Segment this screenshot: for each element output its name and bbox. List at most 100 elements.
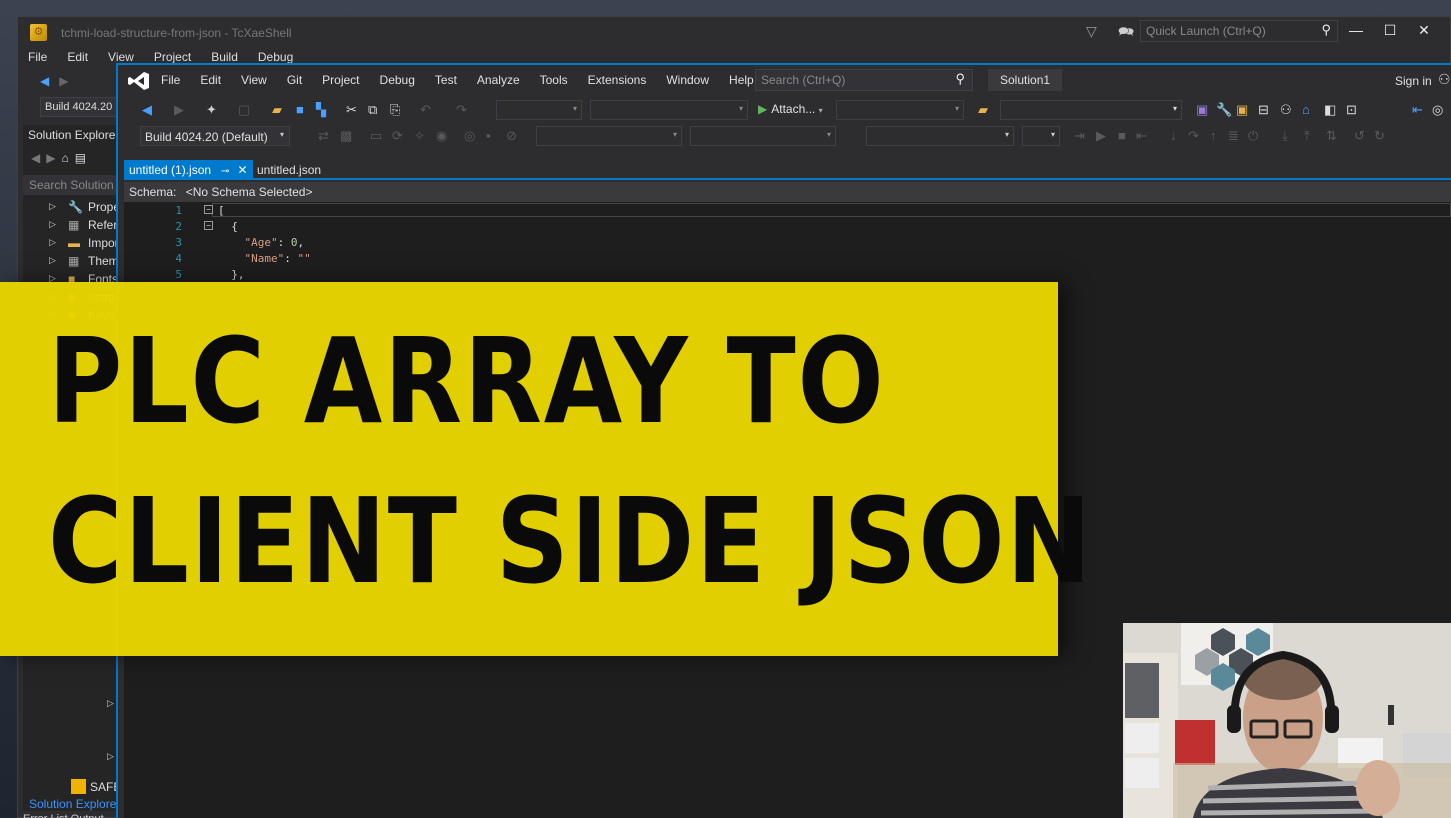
indent-icon[interactable]: ⇤ [1412,102,1423,118]
collapse-icon[interactable]: − [204,205,213,214]
reset-icon[interactable]: ⏻ [1248,128,1258,144]
upload-icon[interactable]: ⤒ [1304,128,1310,144]
list-icon[interactable]: ≣ [1228,128,1239,144]
scan-icon[interactable]: ◎ [464,128,475,144]
cut-icon[interactable]: ✂ [346,102,357,118]
navigate-back-icon[interactable]: ◀ [142,102,152,118]
undo-plc-icon[interactable]: ↺ [1354,128,1365,144]
menu-test[interactable]: Test [435,73,457,87]
browser-icon[interactable]: ⌂ [1302,102,1310,117]
undo-icon[interactable]: ↶ [420,102,431,118]
menu-git[interactable]: Git [287,73,302,87]
open-folder-icon[interactable]: ▰ [272,102,282,118]
redo-plc-icon[interactable]: ↻ [1374,128,1385,144]
forward-icon[interactable]: ▶ [46,151,55,165]
login-icon[interactable]: ▭ [370,128,382,144]
home-icon[interactable]: ⌂ [61,151,68,165]
menu-window[interactable]: Window [666,73,709,87]
wand-icon[interactable]: ✧ [414,128,425,144]
debug-target-combo[interactable]: ▾ [836,100,964,120]
schema-selector[interactable]: <No Schema Selected> [186,185,313,199]
expand-icon[interactable]: ▷ [49,237,56,248]
expand-icon[interactable]: ▷ [49,219,56,230]
bottom-tool-tabs[interactable]: Error List Output [23,813,104,818]
menu-debug[interactable]: Debug [380,73,415,87]
expand-icon[interactable]: ▷ [107,698,114,709]
back-build-config[interactable]: Build 4024.20 [40,97,118,117]
menu-project[interactable]: Project [322,73,359,87]
expand-icon[interactable]: ▷ [107,751,114,762]
solution-search-input[interactable]: Search Solution Explorer [23,175,123,195]
start-icon[interactable]: ▶ [1096,128,1106,144]
filter-icon[interactable]: ▽ [1086,23,1097,40]
sign-in-link[interactable]: Sign in [1395,74,1432,88]
navigate-forward-icon[interactable]: ▶ [174,102,184,118]
tree-item[interactable]: ▷🔧Properties [23,199,123,217]
pin-icon[interactable]: ⊸ [221,166,229,177]
expand-icon[interactable]: ▷ [49,201,56,212]
toolbox-icon[interactable]: ⊟ [1258,102,1269,118]
back-nav-icon[interactable]: ◀ [40,74,49,88]
account-icon[interactable]: ⚇ [1438,71,1451,88]
target-combo[interactable]: ▾ [1000,100,1182,120]
target-icon[interactable]: ◉ [436,128,447,144]
properties-icon[interactable]: ◧ [1324,102,1336,118]
plc-combo-2[interactable]: ▾ [690,126,836,146]
team-explorer-icon[interactable]: ⚇ [1280,102,1292,118]
new-project-icon[interactable]: ✦ [206,102,217,118]
menu-edit[interactable]: Edit [200,73,221,87]
menu-help[interactable]: Help [729,73,754,87]
step-into-icon[interactable]: ↓ [1170,128,1177,143]
save-all-icon[interactable]: ▚ [316,102,326,118]
tab-untitled-1-json[interactable]: untitled (1).json ⊸ ✕ [124,160,253,180]
close-tab-icon[interactable]: ✕ [237,163,247,177]
menu-debug[interactable]: Debug [258,50,293,64]
menu-file[interactable]: File [161,73,180,87]
logout-icon[interactable]: ⇤ [1136,128,1147,144]
platform-combo[interactable]: ▾ [590,100,748,120]
step-out-icon[interactable]: ↑ [1210,128,1217,143]
network-icon[interactable]: ▪ [486,128,491,143]
paste-icon[interactable]: ⎘ [390,102,400,118]
expand-icon[interactable]: ▷ [49,255,56,266]
sync-icon[interactable]: ▤ [75,151,86,165]
solution-explorer-tab[interactable]: Solution Explorer [29,797,120,811]
class-view-icon[interactable]: ▣ [1236,102,1248,118]
tree-item[interactable]: ▷▦Themes [23,253,123,271]
menu-tools[interactable]: Tools [540,73,568,87]
wrench-icon[interactable]: 🔧 [1216,102,1232,118]
build-icon[interactable]: ▩ [340,128,352,144]
close-button[interactable]: ✕ [1414,22,1434,39]
refresh-icon[interactable]: ⟳ [392,128,403,144]
add-item-icon[interactable]: ▢ [238,102,250,118]
forward-nav-icon[interactable]: ▶ [59,74,68,88]
minimize-button[interactable]: — [1346,22,1366,38]
step-over-icon[interactable]: ↷ [1188,128,1199,144]
menu-edit[interactable]: Edit [67,50,88,64]
plc-combo-3[interactable]: ▾ [866,126,1014,146]
config-combo[interactable]: ▾ [496,100,582,120]
menu-view[interactable]: View [108,50,134,64]
redo-icon[interactable]: ↷ [456,102,467,118]
save-icon[interactable]: ■ [296,102,304,117]
vs-window-icon[interactable]: ▣ [1196,102,1208,118]
menu-project[interactable]: Project [154,50,191,64]
menu-file[interactable]: File [28,50,47,64]
disable-icon[interactable]: ⊘ [506,128,517,144]
build-config-combo[interactable]: Build 4024.20 (Default) ▾ [140,126,290,146]
terminal-icon[interactable]: ⊡ [1346,102,1357,118]
menu-view[interactable]: View [241,73,267,87]
download-icon[interactable]: ⤓ [1282,128,1288,144]
login-plc-icon[interactable]: ⇥ [1074,128,1085,144]
back-icon[interactable]: ◀ [31,151,40,165]
menu-analyze[interactable]: Analyze [477,73,520,87]
menu-extensions[interactable]: Extensions [588,73,647,87]
search-input[interactable]: Search (Ctrl+Q) ⚲ [755,69,973,91]
copy-icon[interactable]: ⧉ [368,102,377,118]
stop-icon[interactable]: ■ [1118,128,1126,143]
find-in-files-icon[interactable]: ▰ [978,102,988,118]
compare-icon[interactable]: ⇅ [1326,128,1337,144]
tab-untitled-json[interactable]: untitled.json [257,163,321,177]
plc-combo-4[interactable]: ▾ [1022,126,1060,146]
feedback-icon[interactable]: 🗪 [1118,23,1134,45]
